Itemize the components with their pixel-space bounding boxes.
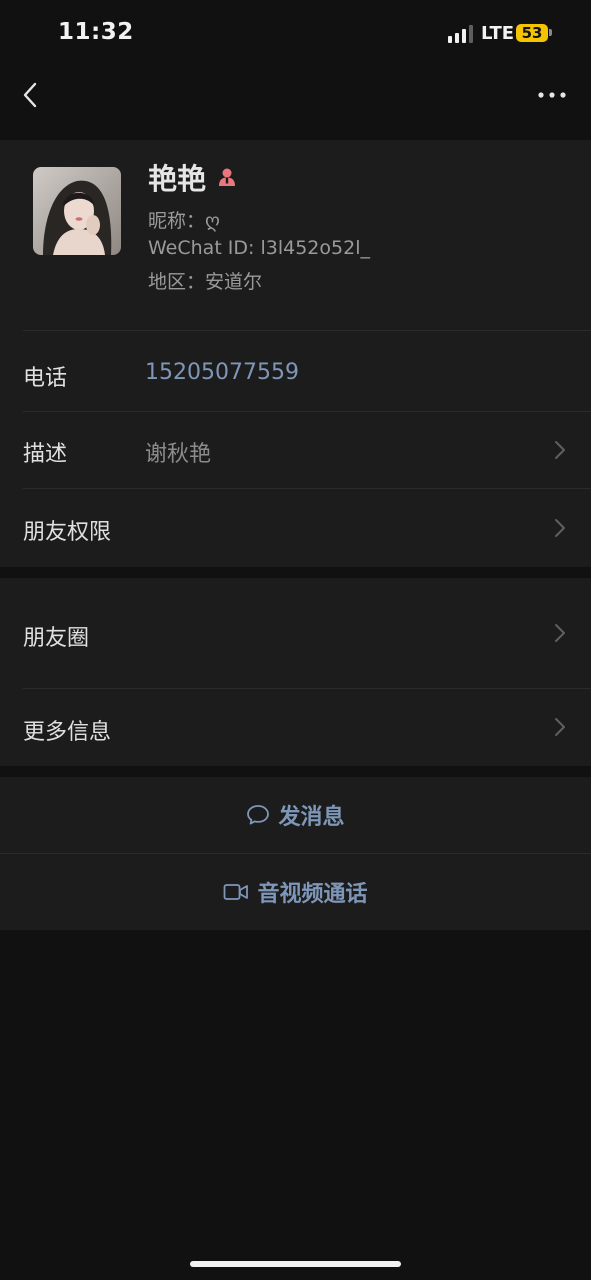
home-indicator[interactable]: [190, 1261, 401, 1267]
moments-group: 朋友圈 更多信息: [0, 578, 591, 766]
female-gender-icon: [219, 168, 236, 186]
description-label: 描述: [23, 442, 68, 467]
chevron-left-icon: [23, 82, 37, 108]
battery-icon: 53: [516, 24, 548, 42]
info-rows-group: 电话 15205077559 描述 谢秋艳 朋友权限: [0, 330, 591, 567]
moments-label: 朋友圈: [23, 626, 90, 651]
nickname-text: 昵称：ღ: [148, 210, 220, 232]
chevron-right-icon: [555, 441, 565, 459]
cellular-signal-icon: [448, 25, 474, 43]
more-info-row[interactable]: 更多信息: [0, 689, 591, 766]
video-call-button[interactable]: 音视频通话: [0, 854, 591, 930]
status-time: 11:32: [58, 19, 134, 45]
video-call-label: 音视频通话: [257, 882, 368, 907]
more-button[interactable]: [532, 85, 572, 105]
status-bar: 11:32 LTE 53: [0, 0, 591, 66]
friend-permissions-row[interactable]: 朋友权限: [0, 489, 591, 567]
back-button[interactable]: [16, 80, 46, 110]
contact-name: 艳艳: [148, 162, 207, 196]
chevron-right-icon: [555, 519, 565, 537]
name-row: 艳艳: [148, 157, 238, 197]
friend-permissions-label: 朋友权限: [23, 520, 112, 545]
battery-tip: [549, 29, 552, 36]
chevron-right-icon: [555, 718, 565, 736]
more-info-label: 更多信息: [23, 720, 112, 745]
moments-row[interactable]: 朋友圈: [0, 578, 591, 688]
more-dots-icon: [538, 92, 566, 98]
wechat-id-text: WeChat ID: l3l452o52l_: [148, 237, 370, 259]
chevron-right-icon: [555, 624, 565, 642]
profile-header: 艳艳 昵称：ღ WeChat ID: l3l452o52l_ 地区：安道尔: [0, 140, 591, 330]
send-message-button[interactable]: 发消息: [0, 777, 591, 853]
avatar[interactable]: [33, 167, 121, 255]
video-camera-icon: [224, 884, 249, 900]
divider: [23, 330, 591, 331]
description-row[interactable]: 描述 谢秋艳: [0, 412, 591, 488]
chat-bubble-icon: [247, 805, 270, 825]
description-value: 谢秋艳: [145, 442, 212, 467]
region-text: 地区：安道尔: [148, 271, 263, 293]
network-type: LTE: [481, 23, 515, 44]
send-message-label: 发消息: [278, 805, 345, 830]
phone-number-link[interactable]: 15205077559: [145, 360, 299, 385]
phone-label: 电话: [23, 366, 68, 391]
